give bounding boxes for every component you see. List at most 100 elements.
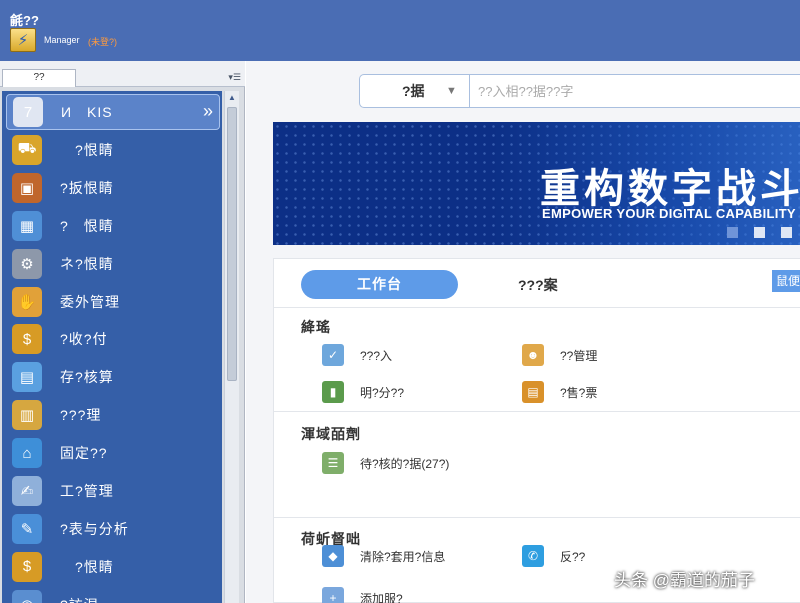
edge-button[interactable]: 鼠便 [772, 270, 800, 292]
app-title: 毹?? [10, 13, 39, 28]
scroll-up-arrow-icon[interactable]: ▲ [226, 92, 238, 104]
double-chevron-right-icon[interactable]: » [203, 101, 213, 122]
sidebar: ?? ▾☰ 7 И KIS » ⛟ ?恨睛 ▣ ?扳恨睛 ▦ ? 恨睛 ⚙ ネ?恨睛 ✋ 委外管理 $?… [0, 61, 245, 603]
shortcut-entry[interactable]: ✆ 反?? [522, 545, 585, 567]
sidebar-item-label: 委外管理 [60, 293, 120, 310]
sidebar-item-label: 固定?? [60, 445, 108, 462]
sidebar-item[interactable]: ▥ ???理 [6, 397, 220, 433]
clear-diamond-icon: ◆ [322, 545, 344, 567]
tab-workbench[interactable]: 工作台 [301, 270, 458, 299]
section-divider [274, 517, 800, 518]
tab-files[interactable]: ???案 [518, 275, 558, 295]
bar-chart-icon: ▮ [322, 381, 344, 403]
feedback-icon: ✆ [522, 545, 544, 567]
sidebar-item[interactable]: ✎ ?表与分析 [6, 511, 220, 547]
shortcut-label: 添加服? [360, 591, 403, 603]
sidebar-item[interactable]: ✍ 工?管理 [6, 473, 220, 509]
shortcut-entry[interactable]: + 添加服? [322, 587, 403, 603]
module-nav: 7 И KIS » ⛟ ?恨睛 ▣ ?扳恨睛 ▦ ? 恨睛 ⚙ ネ?恨睛 ✋ 委外管理 $ ?收?付 ▤ 存?… [2, 91, 222, 603]
banner-slide-indicator[interactable] [754, 227, 765, 238]
sidebar-item[interactable]: ▤ 存?核算 [6, 359, 220, 395]
kis-logo-icon: 7 [13, 97, 43, 127]
shortcut-label: ??管理 [560, 348, 598, 363]
sidebar-item[interactable]: $ ?收?付 [6, 321, 220, 357]
banner-subline: EMPOWER YOUR DIGITAL CAPABILITY [542, 206, 796, 221]
shortcut-label: 待?核的?据(27?) [360, 456, 450, 471]
box-person-icon: ▣ [12, 172, 42, 203]
report-chart-icon: ✎ [12, 513, 42, 544]
sidebar-item-label: ネ?恨睛 [60, 255, 114, 272]
sidebar-item-label: ?恨睛 [60, 558, 114, 575]
bag-entry-icon: ✓ [322, 344, 344, 366]
sidebar-item[interactable]: 7 И KIS » [6, 94, 220, 130]
sidebar-item-label: ?表与分析 [60, 520, 129, 537]
shortcut-entry[interactable]: ▤ ?售?票 [522, 381, 597, 403]
sidebar-item[interactable]: ◉ ?訪涅 [6, 587, 220, 603]
section-divider [274, 411, 800, 412]
pending-list-icon: ☰ [322, 452, 344, 474]
shortcut-label: ?售?票 [560, 385, 598, 400]
shortcut-entry[interactable]: ☰ 待?核的?据(27?) [322, 452, 449, 474]
search-type-value: ?据 [402, 83, 425, 99]
shortcut-label: 明?分?? [360, 385, 405, 400]
handshake-icon: ✋ [12, 286, 42, 317]
person-manage-icon: ☻ [522, 344, 544, 366]
search-input[interactable] [472, 75, 800, 107]
money-person-icon: $ [12, 551, 42, 582]
login-status[interactable]: (未登?) [88, 35, 117, 48]
promo-banner[interactable]: 重构数字战斗力 EMPOWER YOUR DIGITAL CAPABILITY [273, 122, 800, 245]
shortcut-entry[interactable]: ✓ ???入 [322, 344, 392, 366]
fixed-asset-house-icon: ⌂ [12, 438, 42, 469]
sidebar-menu-icon[interactable]: ▾☰ [228, 73, 241, 82]
document-search: ?据 ▼ [359, 74, 800, 108]
app-logo-icon: ⚡ [10, 28, 36, 52]
section-title: 渾域皕劑 [301, 426, 361, 442]
shortcut-label: 反?? [560, 549, 586, 564]
sidebar-item-label: ???理 [60, 407, 102, 424]
search-type-select[interactable]: ?据 ▼ [360, 75, 470, 107]
watermark: 头条 @霸道的茄子 [614, 571, 755, 590]
sidebar-item[interactable]: $ ?恨睛 [6, 549, 220, 585]
sidebar-item[interactable]: ⚙ ネ?恨睛 [6, 246, 220, 282]
sidebar-item-label: ?訪涅 [60, 595, 99, 603]
sidebar-scrollbar[interactable]: ▲ [224, 91, 239, 603]
manager-label: Manager [44, 35, 80, 45]
sales-invoice-icon: ▤ [522, 381, 544, 403]
sidebar-tabbar: ?? ▾☰ [0, 61, 245, 87]
factory-gear-icon: ⚙ [12, 248, 42, 279]
banner-slide-indicator[interactable] [781, 227, 792, 238]
sidebar-item-label: ?收?付 [60, 331, 108, 348]
inventory-calc-icon: ▤ [12, 362, 42, 393]
calculator-icon: ▥ [12, 400, 42, 431]
sidebar-item-label: 存?核算 [60, 369, 114, 386]
sidebar-item[interactable]: ✋ 委外管理 [6, 284, 220, 320]
section-title: 絳瑤 [301, 319, 331, 335]
sidebar-item-label: 工?管理 [60, 483, 114, 499]
settings-globe-icon: ◉ [12, 589, 42, 603]
stock-boxes-icon: ▦ [12, 210, 42, 241]
shortcut-label: ???入 [360, 348, 393, 363]
sidebar-item[interactable]: ⌂ 固定?? [6, 435, 220, 471]
sidebar-item[interactable]: ▣ ?扳恨睛 [6, 170, 220, 206]
sidebar-item[interactable]: ▦ ? 恨睛 [6, 208, 220, 244]
shortcut-entry[interactable]: ◆ 清除?套用?信息 [322, 545, 445, 567]
workbench-panel: 工作台 ???案 鼠便 絳瑤 ✓ ???入 ☻ ??管理 ▮ 明?分?? ▤ ?售?票渾域皕劑 ☰… [273, 258, 800, 603]
sidebar-item-label: ? 恨睛 [60, 217, 114, 234]
cart-person-icon: ⛟ [12, 134, 42, 165]
shortcut-entry[interactable]: ☻ ??管理 [522, 344, 597, 366]
money-bag-icon: $ [12, 324, 42, 355]
sidebar-item[interactable]: ⛟ ?恨睛 [6, 132, 220, 168]
add-icon: + [322, 587, 344, 603]
sidebar-tab[interactable]: ?? [2, 69, 76, 87]
sidebar-item-label: ?扳恨睛 [60, 179, 114, 196]
chevron-down-icon: ▼ [446, 85, 457, 97]
title-bar: 毹?? ⚡ Manager (未登?) [0, 0, 800, 61]
tab-divider [274, 307, 800, 308]
main-area: ?据 ▼ 重构数字战斗力 EMPOWER YOUR DIGITAL CAPABI… [246, 61, 800, 603]
banner-slide-indicator[interactable] [727, 227, 738, 238]
scroll-thumb[interactable] [227, 107, 237, 381]
sidebar-item-label: ?恨睛 [60, 141, 114, 158]
sidebar-item-label: И KIS [61, 104, 113, 120]
shortcut-entry[interactable]: ▮ 明?分?? [322, 381, 404, 403]
payroll-hand-icon: ✍ [12, 476, 42, 506]
